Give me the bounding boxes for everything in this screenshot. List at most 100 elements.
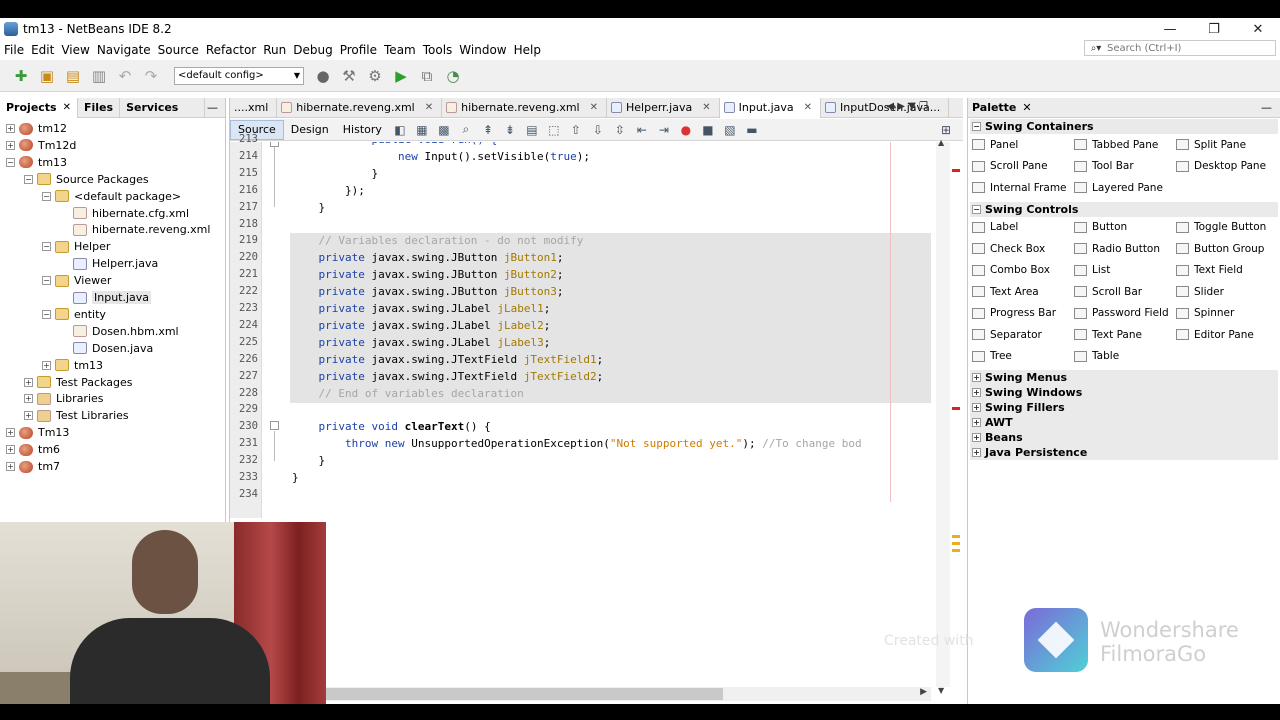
palette-item[interactable]: Combo Box — [972, 260, 1050, 281]
tree-node[interactable]: + Tm12d — [6, 137, 76, 154]
tree-node[interactable]: − Source Packages — [24, 171, 149, 188]
collapse-icon[interactable]: − — [6, 157, 15, 167]
record-macro-icon[interactable]: ● — [678, 122, 694, 138]
palette-item[interactable]: Spinner — [1176, 303, 1234, 324]
error-marker[interactable] — [952, 407, 960, 410]
menu-item-tools[interactable]: Tools — [423, 43, 453, 57]
editor-tab[interactable]: InputDosen.java... — [821, 97, 950, 118]
palette-category[interactable]: − Swing Containers — [970, 119, 1278, 134]
config-select[interactable]: <default config> ▼ — [174, 66, 304, 85]
new-project-icon[interactable]: ▣ — [36, 65, 58, 87]
tree-node[interactable]: + Tm13 — [6, 424, 69, 441]
close-icon[interactable]: ✕ — [590, 102, 598, 113]
close-icon[interactable]: ✕ — [804, 102, 812, 113]
palette-category[interactable]: + AWT — [970, 415, 1278, 430]
history-forward-icon[interactable]: ▦ — [414, 122, 430, 138]
palette-category[interactable]: + Java Persistence — [970, 445, 1278, 460]
tab-files[interactable]: Files — [78, 97, 121, 118]
view-design-button[interactable]: Design — [284, 120, 336, 140]
clean-build-icon[interactable]: ⚙ — [364, 65, 386, 87]
palette-item[interactable]: Editor Pane — [1176, 324, 1254, 345]
tree-node[interactable]: − Viewer — [42, 272, 111, 289]
expand-icon[interactable]: + — [24, 394, 33, 404]
tree-node[interactable]: Dosen.hbm.xml — [60, 323, 179, 340]
find-next-icon[interactable]: ⇟ — [502, 122, 518, 138]
palette-item[interactable]: Internal Frame — [972, 177, 1067, 198]
expand-icon[interactable]: + — [972, 433, 981, 442]
collapse-icon[interactable]: − — [42, 309, 51, 319]
expand-icon[interactable]: + — [972, 403, 981, 412]
maximize-button[interactable]: ❐ — [1192, 18, 1236, 40]
stop-macro-icon[interactable]: ■ — [700, 122, 716, 138]
save-all-icon[interactable]: ▥ — [88, 65, 110, 87]
palette-item[interactable]: Password Field — [1074, 303, 1169, 324]
palette-item[interactable]: Table — [1074, 346, 1119, 367]
warning-marker[interactable] — [952, 542, 960, 545]
expand-icon[interactable]: + — [24, 377, 33, 387]
collapse-icon[interactable]: − — [42, 242, 51, 252]
redo-icon[interactable]: ↷ — [140, 65, 162, 87]
find-icon[interactable]: ⌕ — [458, 122, 474, 138]
palette-item[interactable]: Text Area — [972, 281, 1039, 302]
close-button[interactable]: ✕ — [1236, 18, 1280, 40]
tree-node[interactable]: + Libraries — [24, 390, 104, 407]
undo-icon[interactable]: ↶ — [114, 65, 136, 87]
expand-icon[interactable]: + — [972, 418, 981, 427]
tree-node[interactable]: Dosen.java — [60, 340, 153, 357]
palette-item[interactable]: Text Field — [1176, 260, 1243, 281]
menu-item-debug[interactable]: Debug — [293, 43, 332, 57]
menu-item-edit[interactable]: Edit — [31, 43, 54, 57]
toggle-bookmark-icon[interactable]: ⇳ — [612, 122, 628, 138]
run-icon[interactable]: ▶ — [390, 65, 412, 87]
history-back-icon[interactable]: ◧ — [392, 122, 408, 138]
collapse-icon[interactable]: − — [42, 191, 51, 201]
menu-item-run[interactable]: Run — [263, 43, 286, 57]
palette-item[interactable]: Separator — [972, 324, 1042, 345]
palette-item[interactable]: Toggle Button — [1176, 217, 1266, 238]
horizontal-scrollbar[interactable]: ▶ — [263, 687, 931, 701]
collapse-icon[interactable]: − — [42, 276, 51, 286]
palette-item[interactable]: Tool Bar — [1074, 156, 1134, 177]
open-project-icon[interactable]: ▤ — [62, 65, 84, 87]
tab-nav-icons[interactable]: ◀ ▶ ▼ ❐ — [886, 101, 928, 112]
tree-node[interactable]: hibernate.reveng.xml — [60, 221, 210, 238]
palette-item[interactable]: Tree — [972, 346, 1012, 367]
palette-item[interactable]: Scroll Pane — [972, 156, 1048, 177]
expand-icon[interactable]: + — [972, 373, 981, 382]
palette-item[interactable]: Button — [1074, 217, 1127, 238]
uncomment-icon[interactable]: ▬ — [744, 122, 760, 138]
expand-icon[interactable]: + — [24, 411, 33, 421]
palette-category[interactable]: + Swing Windows — [970, 385, 1278, 400]
palette-item[interactable]: Split Pane — [1176, 134, 1246, 155]
close-icon[interactable]: ✕ — [63, 102, 71, 113]
menu-item-team[interactable]: Team — [384, 43, 416, 57]
scroll-right-icon[interactable]: ▶ — [920, 687, 927, 697]
vertical-scrollbar[interactable]: ▲ ▼ — [936, 138, 950, 695]
minimize-icon[interactable]: — — [1261, 101, 1272, 114]
tab-projects[interactable]: Projects ✕ — [0, 97, 78, 118]
menu-item-refactor[interactable]: Refactor — [206, 43, 256, 57]
scroll-up-icon[interactable]: ▲ — [938, 138, 944, 147]
palette-item[interactable]: Button Group — [1176, 238, 1264, 259]
find-prev-icon[interactable]: ⇞ — [480, 122, 496, 138]
expand-icon[interactable]: + — [6, 445, 15, 455]
palette-item[interactable]: Tabbed Pane — [1074, 134, 1158, 155]
search-box[interactable]: ⌕▾ Search (Ctrl+I) — [1084, 40, 1276, 56]
palette-category[interactable]: + Swing Menus — [970, 370, 1278, 385]
palette-item[interactable]: Check Box — [972, 238, 1045, 259]
palette-category[interactable]: + Swing Fillers — [970, 400, 1278, 415]
palette-item[interactable]: Text Pane — [1074, 324, 1142, 345]
close-icon[interactable]: ✕ — [1022, 101, 1031, 114]
tree-node[interactable]: − entity — [42, 306, 106, 323]
profile-icon[interactable]: ◔ — [442, 65, 464, 87]
scroll-thumb[interactable] — [323, 688, 723, 700]
palette-item[interactable]: Progress Bar — [972, 303, 1056, 324]
collapse-icon[interactable]: − — [24, 174, 33, 184]
editor-tab[interactable]: Input.java ✕ — [719, 97, 822, 118]
tree-node[interactable]: Helperr.java — [60, 255, 158, 272]
warning-marker[interactable] — [952, 535, 960, 538]
highlight-icon[interactable]: ▤ — [524, 122, 540, 138]
tree-node[interactable]: − tm13 — [6, 154, 67, 171]
expand-icon[interactable]: + — [6, 462, 15, 471]
palette-category[interactable]: + Beans — [970, 430, 1278, 445]
